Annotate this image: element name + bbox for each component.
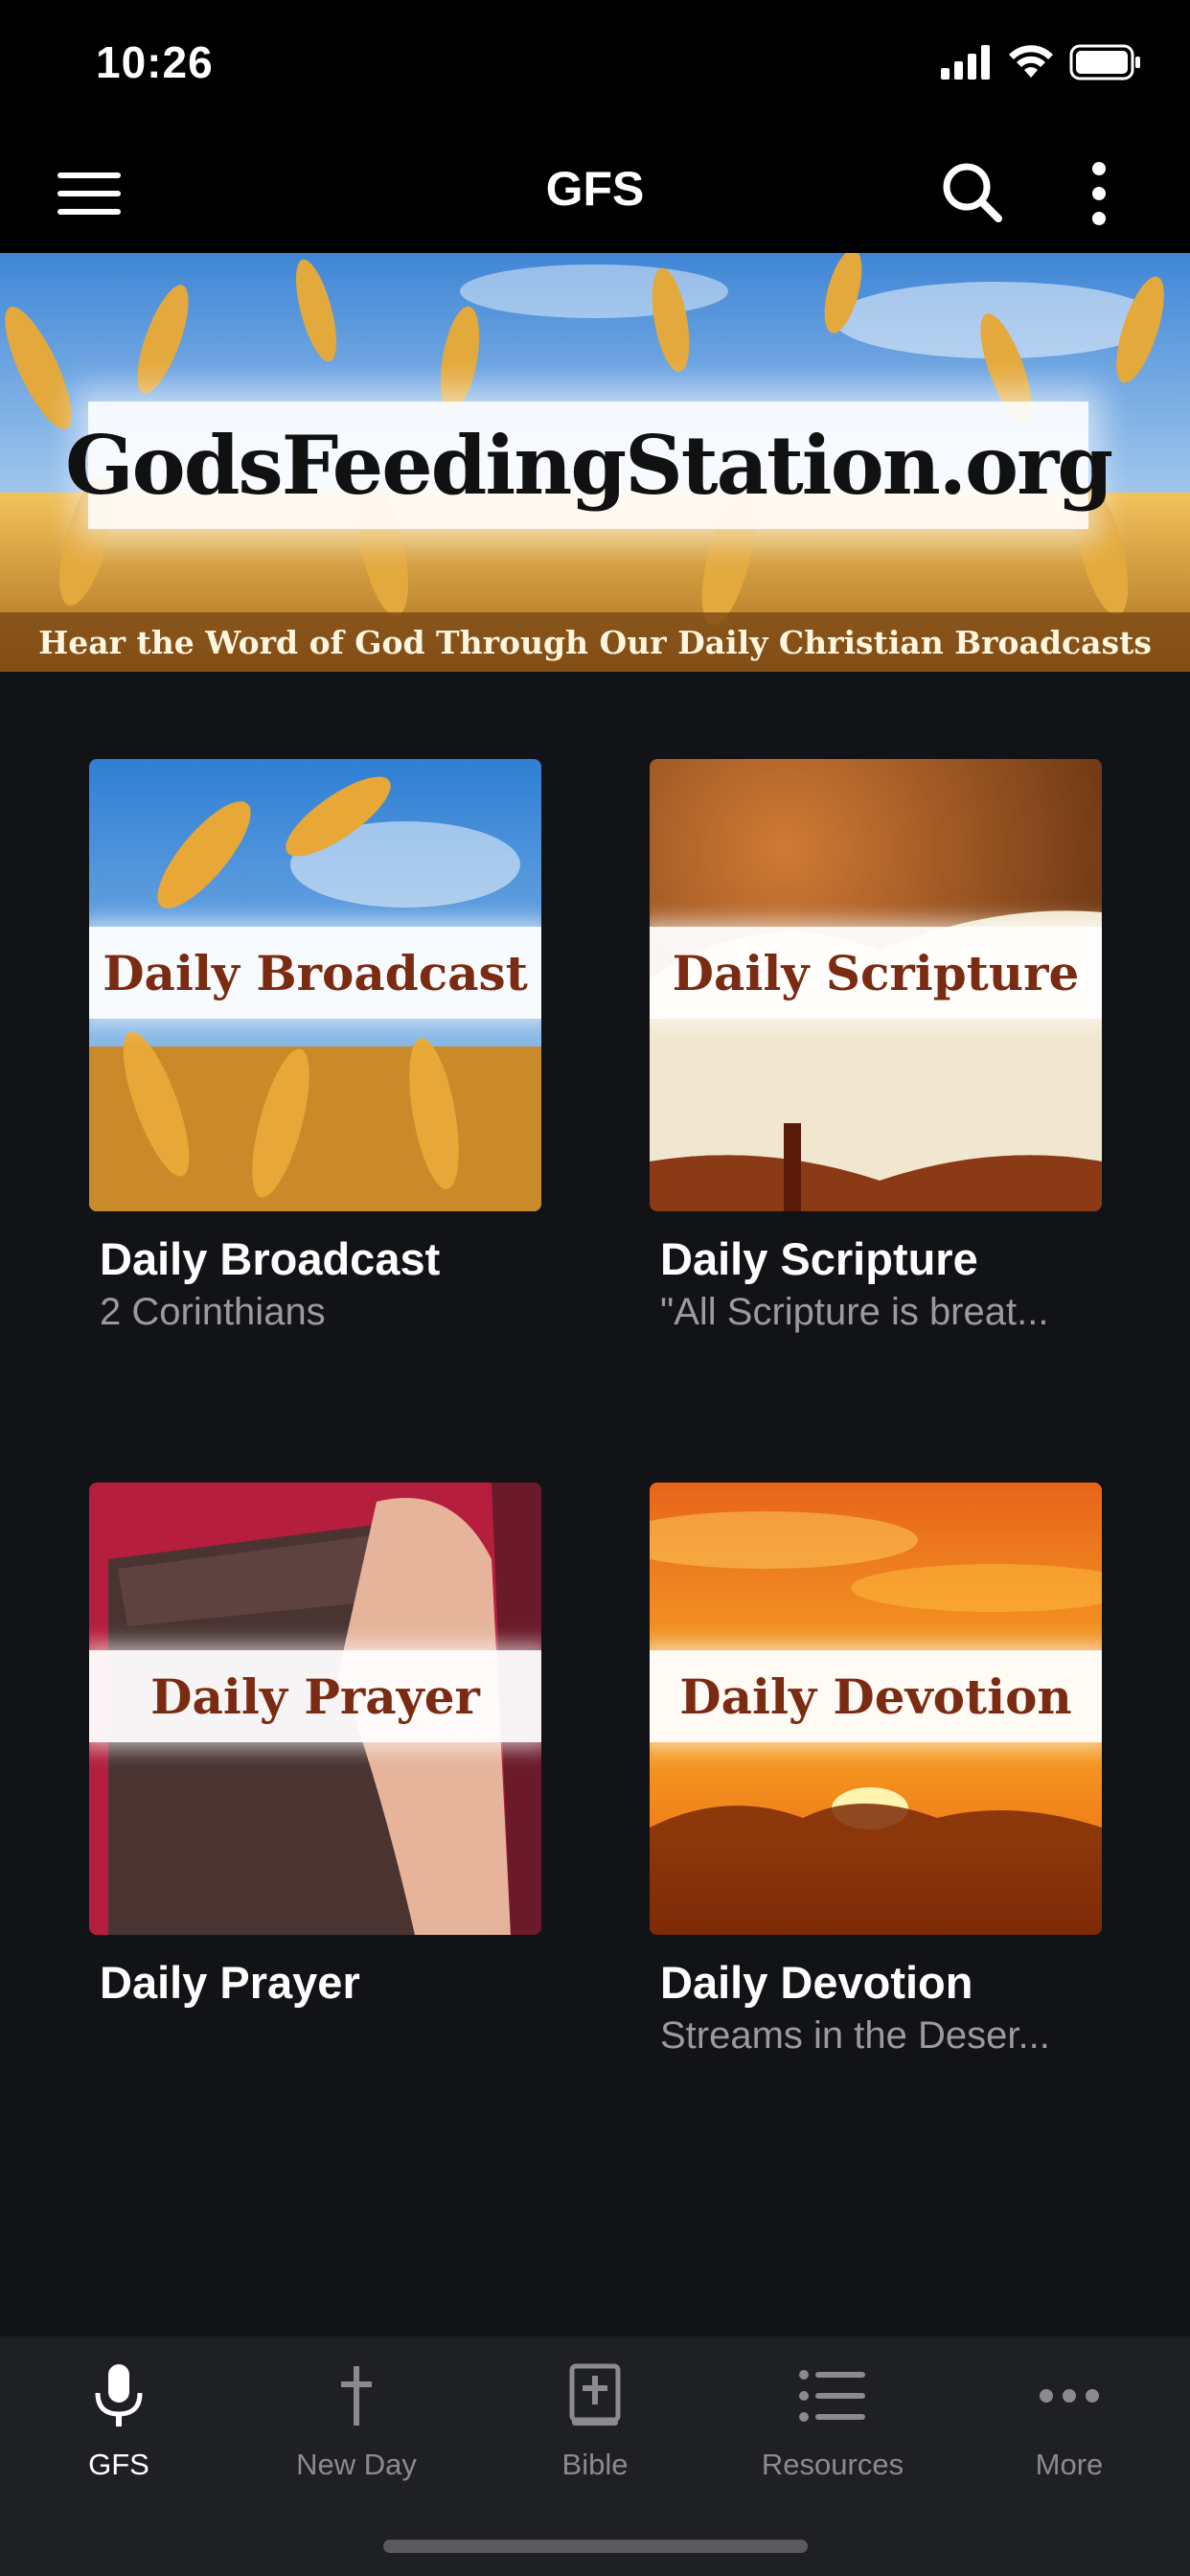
card-daily-scripture[interactable]: Daily Scripture Daily Scripture "All Scr… — [650, 759, 1102, 1334]
tab-label: Bible — [561, 2448, 629, 2481]
card-thumbnail: Daily Devotion — [650, 1483, 1102, 1935]
home-indicator[interactable] — [383, 2540, 808, 2553]
tab-resources[interactable]: Resources — [737, 2358, 928, 2482]
status-bar: 10:26 — [0, 0, 1190, 134]
card-title: Daily Broadcast — [100, 1233, 441, 1284]
wifi-icon — [1009, 45, 1053, 78]
hero-banner[interactable]: GodsFeedingStation.org Hear the Word of … — [0, 253, 1190, 672]
more-horizontal-icon — [1040, 2389, 1099, 2403]
search-button[interactable] — [939, 159, 1006, 226]
more-vertical-icon — [1092, 162, 1106, 225]
card-daily-prayer[interactable]: Daily Prayer Daily Prayer — [89, 1483, 541, 2009]
card-daily-devotion[interactable]: Daily Devotion Daily Devotion Streams in… — [650, 1483, 1102, 2058]
search-icon — [943, 163, 1002, 222]
tab-more[interactable]: More — [973, 2358, 1165, 2482]
battery-icon — [1069, 44, 1140, 80]
card-subtitle: "All Scripture is breat... — [660, 1291, 1049, 1333]
status-time: 10:26 — [96, 37, 214, 87]
page-title: GFS — [545, 162, 645, 216]
card-subtitle: 2 Corinthians — [100, 1291, 326, 1333]
card-title: Daily Prayer — [100, 1957, 360, 2008]
card-label-band: Daily Scripture — [650, 927, 1102, 1019]
card-label-band: Daily Devotion — [650, 1650, 1102, 1742]
bible-icon — [569, 2363, 621, 2426]
tab-label: More — [1035, 2448, 1104, 2481]
card-subtitle: Streams in the Deser... — [660, 2014, 1050, 2057]
tab-label: Resources — [761, 2448, 904, 2481]
tab-bible[interactable]: Bible — [499, 2358, 691, 2482]
cross-icon — [341, 2366, 372, 2426]
top-app-bar: GFS — [0, 134, 1190, 253]
banner-subtitle: Hear the Word of God Through Our Daily C… — [38, 623, 1152, 661]
microphone-icon — [95, 2364, 143, 2426]
card-image-label: Daily Devotion — [679, 1668, 1072, 1725]
banner-title: GodsFeedingStation.org — [64, 418, 1113, 513]
tab-gfs[interactable]: GFS — [23, 2358, 215, 2482]
tab-new-day[interactable]: New Day — [261, 2358, 452, 2482]
cellular-signal-icon — [941, 45, 990, 80]
card-title: Daily Scripture — [660, 1233, 978, 1284]
banner-title-box: GodsFeedingStation.org — [65, 402, 1113, 529]
card-thumbnail: Daily Broadcast — [89, 759, 541, 1211]
tab-label: New Day — [296, 2448, 417, 2481]
card-thumbnail: Daily Prayer — [89, 1483, 541, 1935]
card-image-label: Daily Broadcast — [103, 944, 528, 1001]
card-label-band: Daily Broadcast — [89, 927, 541, 1019]
card-label-band: Daily Prayer — [89, 1650, 541, 1742]
card-title: Daily Devotion — [660, 1957, 973, 2008]
overflow-menu-button[interactable] — [1073, 157, 1125, 230]
card-image-label: Daily Scripture — [672, 944, 1080, 1001]
banner-subtitle-strip: Hear the Word of God Through Our Daily C… — [0, 612, 1190, 672]
status-icons — [941, 44, 1142, 80]
card-thumbnail: Daily Scripture — [650, 759, 1102, 1211]
card-image-label: Daily Prayer — [150, 1668, 480, 1725]
list-icon — [799, 2370, 865, 2422]
card-daily-broadcast[interactable]: Daily Broadcast Daily Broadcast 2 Corint… — [89, 759, 541, 1334]
tab-label: GFS — [88, 2448, 149, 2481]
